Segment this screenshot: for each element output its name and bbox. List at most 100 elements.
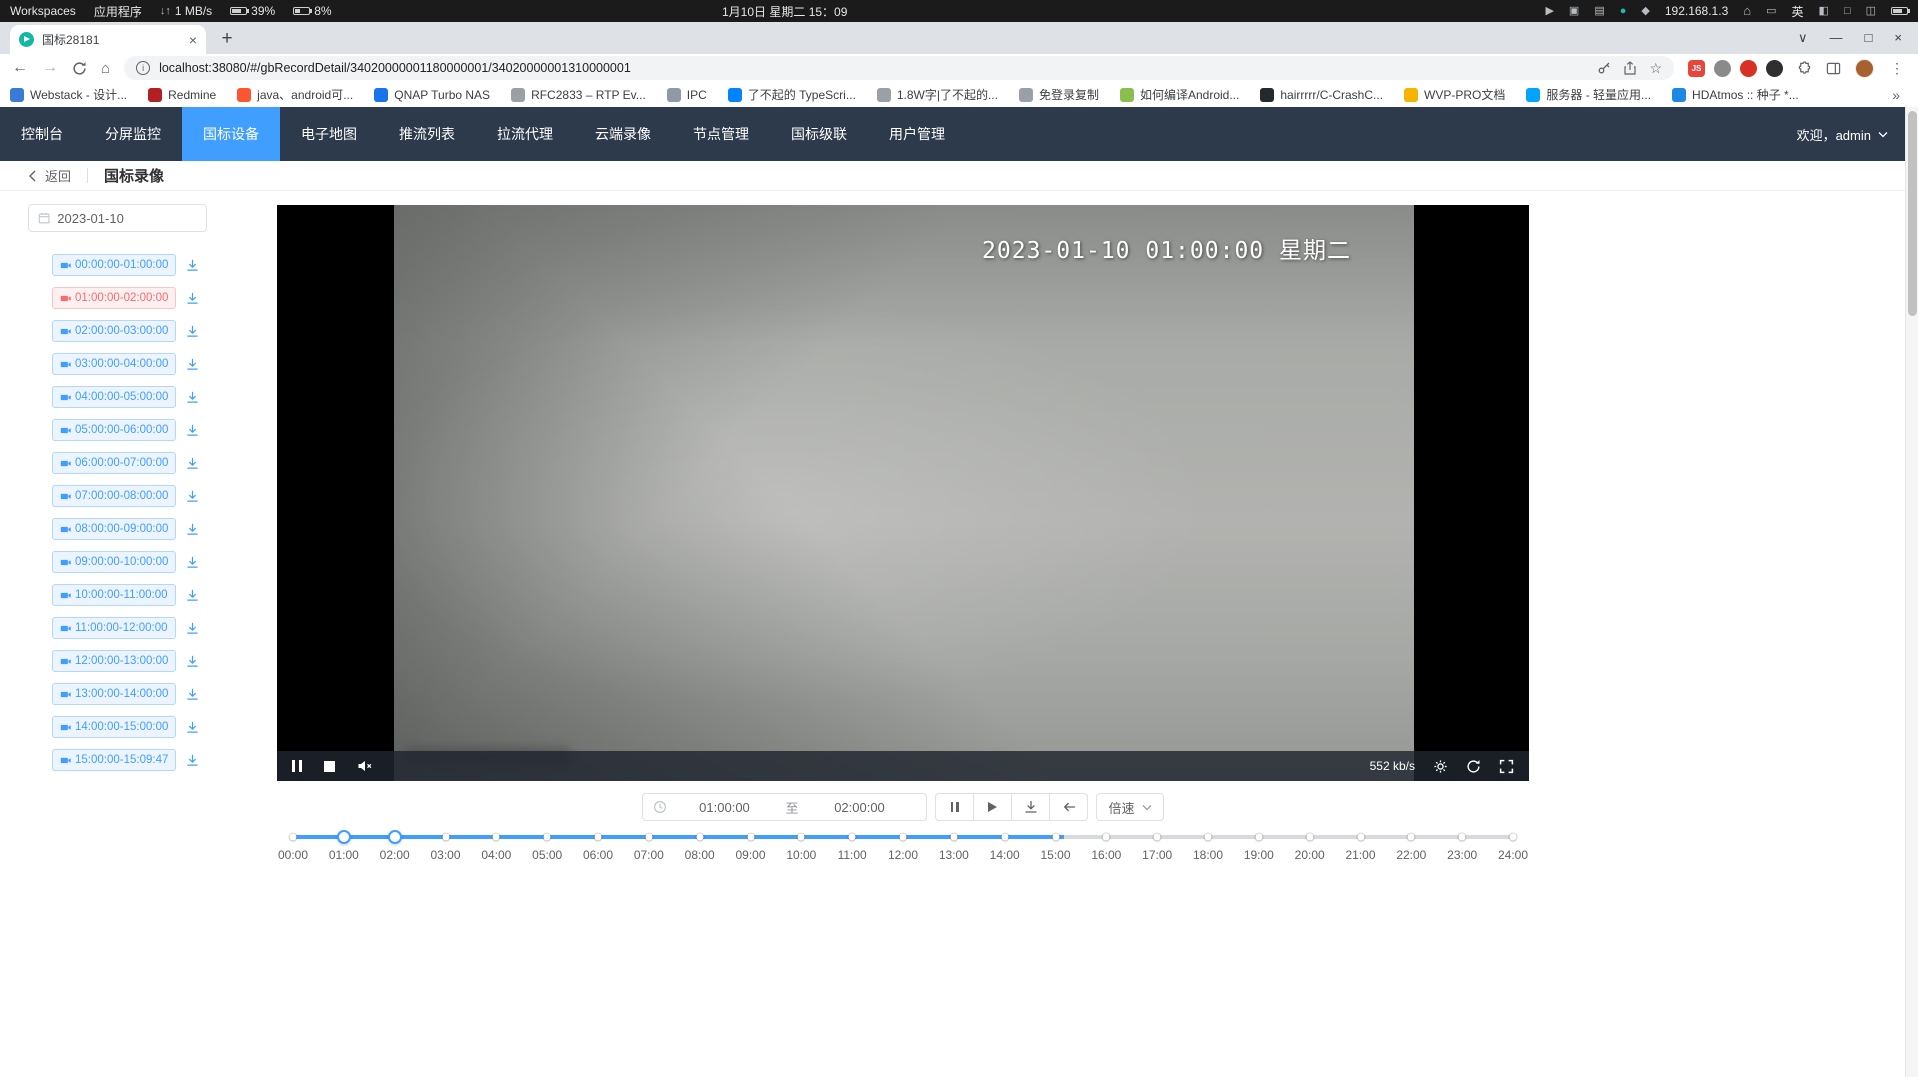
scrollbar-thumb[interactable] — [1908, 111, 1917, 316]
record-range-button[interactable]: 02:00:00-03:00:00 — [52, 320, 176, 342]
timeline-hour-dot[interactable] — [1408, 834, 1415, 841]
page-scrollbar[interactable] — [1905, 107, 1918, 1077]
timeline-hour-dot[interactable] — [747, 834, 754, 841]
app-indicator-icon[interactable]: ● — [1620, 0, 1627, 22]
record-range-button[interactable]: 13:00:00-14:00:00 — [52, 683, 176, 705]
record-download-button[interactable] — [186, 655, 199, 668]
record-download-button[interactable] — [186, 292, 199, 305]
record-download-button[interactable] — [186, 490, 199, 503]
extension-badge[interactable] — [1740, 60, 1757, 77]
record-download-button[interactable] — [186, 358, 199, 371]
applications-button[interactable]: 应用程序 — [94, 3, 142, 20]
nav-tab[interactable]: 国标设备 — [182, 107, 280, 161]
timeline-hour-dot[interactable] — [493, 834, 500, 841]
system-battery-icon[interactable] — [1891, 7, 1908, 15]
home-button[interactable]: ⌂ — [101, 61, 110, 76]
bookmark-item[interactable]: IPC — [667, 88, 707, 102]
tools-tray-icon[interactable]: ◆ — [1641, 0, 1649, 22]
share-icon[interactable] — [1623, 61, 1637, 75]
timeline-hour-dot[interactable] — [1103, 834, 1110, 841]
timeline-hour-dot[interactable] — [849, 834, 856, 841]
record-range-button[interactable]: 14:00:00-15:00:00 — [52, 716, 176, 738]
bookmark-item[interactable]: 如何编译Android... — [1120, 86, 1239, 103]
player-stop-button[interactable] — [324, 761, 335, 772]
timeline-hour-dot[interactable] — [595, 834, 602, 841]
browser-tab[interactable]: 国标28181 × — [10, 25, 206, 54]
record-range-button[interactable]: 09:00:00-10:00:00 — [52, 551, 176, 573]
date-input[interactable] — [57, 211, 197, 226]
record-range-button[interactable]: 01:00:00-02:00:00 — [52, 287, 176, 309]
keyboard-tray-icon[interactable]: ◧ — [1819, 0, 1829, 22]
nav-tab[interactable]: 电子地图 — [280, 107, 378, 161]
nav-tab[interactable]: 拉流代理 — [476, 107, 574, 161]
player-fullscreen-button[interactable] — [1499, 759, 1514, 774]
chat-tray-icon[interactable]: ▭ — [1766, 0, 1776, 22]
play-button[interactable] — [973, 793, 1012, 821]
timeline-hour-dot[interactable] — [1205, 834, 1212, 841]
nav-tab[interactable]: 国标级联 — [770, 107, 868, 161]
record-range-button[interactable]: 10:00:00-11:00:00 — [52, 584, 176, 606]
timeline-hour-dot[interactable] — [645, 834, 652, 841]
playback-start-time[interactable]: 01:00:00 — [667, 800, 781, 815]
timeline-hour-dot[interactable] — [290, 834, 297, 841]
maximize-button[interactable]: □ — [1865, 30, 1873, 46]
timeline-hour-dot[interactable] — [442, 834, 449, 841]
clipboard-tray-icon[interactable]: ▤ — [1594, 0, 1604, 22]
playback-end-time[interactable]: 02:00:00 — [803, 800, 917, 815]
home-tray-icon[interactable]: ⌂ — [1743, 0, 1751, 22]
bookmark-item[interactable]: RFC2833 – RTP Ev... — [511, 88, 646, 102]
record-download-button[interactable] — [186, 259, 199, 272]
bookmarks-overflow-icon[interactable]: » — [1892, 87, 1908, 103]
player-volume-button[interactable] — [357, 759, 373, 773]
record-range-button[interactable]: 03:00:00-04:00:00 — [52, 353, 176, 375]
record-range-button[interactable]: 11:00:00-12:00:00 — [52, 617, 176, 639]
record-range-button[interactable]: 08:00:00-09:00:00 — [52, 518, 176, 540]
nav-tab[interactable]: 分屏监控 — [84, 107, 182, 161]
timeline-hour-dot[interactable] — [1052, 834, 1059, 841]
timeline-hour-dot[interactable] — [1459, 834, 1466, 841]
extension-badge[interactable]: JS — [1688, 60, 1705, 77]
rewind-button[interactable] — [1049, 793, 1088, 821]
video-player[interactable]: 2023-01-10 01:00:00 星期二 552 kb/s — [277, 205, 1529, 781]
timeline-hour-dot[interactable] — [900, 834, 907, 841]
bookmark-item[interactable]: WVP-PRO文档 — [1404, 86, 1505, 103]
record-range-button[interactable]: 06:00:00-07:00:00 — [52, 452, 176, 474]
record-download-button[interactable] — [186, 457, 199, 470]
speed-dropdown[interactable]: 倍速 — [1096, 793, 1163, 821]
back-button[interactable]: ← — [12, 60, 28, 76]
browser-menu-icon[interactable]: ⋮ — [1888, 60, 1906, 77]
record-download-button[interactable] — [186, 424, 199, 437]
record-download-button[interactable] — [186, 622, 199, 635]
minimize-button[interactable]: — — [1830, 30, 1843, 46]
record-download-button[interactable] — [186, 523, 199, 536]
extension-badge[interactable] — [1766, 60, 1783, 77]
ip-address[interactable]: 192.168.1.3 — [1665, 4, 1728, 18]
close-button[interactable]: × — [1894, 30, 1902, 46]
record-range-button[interactable]: 15:00:00-15:09:47 — [52, 749, 176, 771]
input-method-indicator[interactable]: 英 — [1792, 3, 1804, 20]
timeline-hour-dot[interactable] — [950, 834, 957, 841]
key-icon[interactable] — [1597, 61, 1611, 75]
bookmark-item[interactable]: 1.8W字|了不起的... — [877, 86, 998, 103]
timeline-handle[interactable] — [388, 830, 402, 844]
timeline-hour-dot[interactable] — [1001, 834, 1008, 841]
bookmark-star-icon[interactable]: ☆ — [1649, 60, 1662, 77]
player-reload-button[interactable] — [1466, 759, 1481, 774]
screenshot-tray-icon[interactable]: ▣ — [1569, 0, 1579, 22]
url-text[interactable]: localhost:38080/#/gbRecordDetail/3402000… — [159, 61, 1588, 75]
workspaces-button[interactable]: Workspaces — [10, 4, 76, 18]
nav-tab[interactable]: 节点管理 — [672, 107, 770, 161]
new-tab-button[interactable]: + — [214, 26, 240, 52]
player-pause-button[interactable] — [292, 760, 302, 772]
bookmark-item[interactable]: 服务器 - 轻量应用... — [1526, 86, 1651, 103]
bookmark-item[interactable]: HDAtmos :: 种子 *... — [1672, 86, 1799, 103]
nav-tab[interactable]: 控制台 — [0, 107, 84, 161]
bookmark-item[interactable]: QNAP Turbo NAS — [374, 88, 490, 102]
download-button[interactable] — [1011, 793, 1050, 821]
tab-search-icon[interactable]: ∨ — [1798, 30, 1808, 46]
record-download-button[interactable] — [186, 556, 199, 569]
profile-avatar[interactable] — [1855, 59, 1874, 78]
nav-tab[interactable]: 用户管理 — [868, 107, 966, 161]
timeline-hour-dot[interactable] — [1306, 834, 1313, 841]
address-bar[interactable]: i localhost:38080/#/gbRecordDetail/34020… — [124, 56, 1674, 80]
